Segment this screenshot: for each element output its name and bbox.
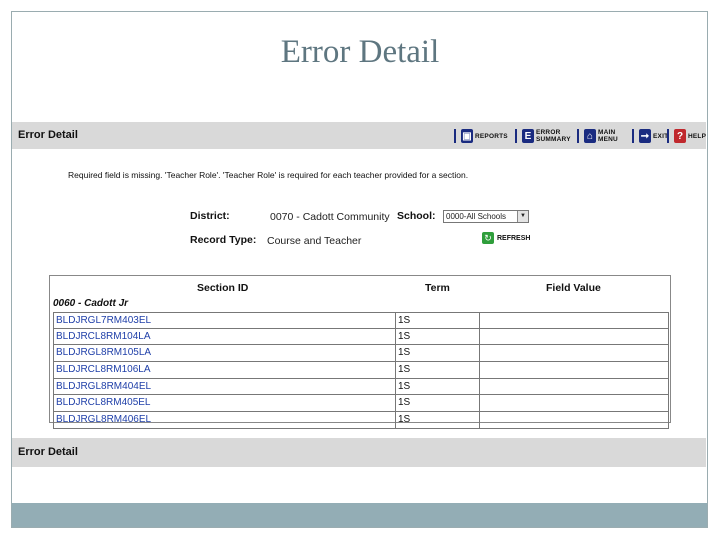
- district-value: 0070 - Cadott Community: [270, 211, 390, 223]
- section-id-link[interactable]: BLDJRGL8RM404EL: [54, 378, 396, 395]
- refresh-button[interactable]: ↻ REFRESH: [482, 232, 530, 244]
- error-summary-label-2: SUMMARY: [536, 136, 571, 143]
- table-header: Section ID Term Field Value: [50, 276, 670, 298]
- table-row: BLDJRCL8RM405EL 1S: [53, 395, 669, 413]
- nav-separator: [454, 129, 456, 143]
- term-cell: 1S: [396, 313, 480, 328]
- field-value-cell: [480, 379, 668, 395]
- main-menu-button[interactable]: ⌂ MAIN MENU: [577, 126, 618, 146]
- table-row: BLDJRGL8RM404EL 1S: [53, 378, 669, 396]
- nav-separator: [632, 129, 634, 143]
- section-id-link[interactable]: BLDJRGL7RM403EL: [54, 313, 396, 328]
- error-summary-icon: E: [522, 129, 534, 143]
- section-id-link[interactable]: BLDJRCL8RM405EL: [54, 395, 396, 412]
- table-row: BLDJRCL8RM106LA 1S: [53, 362, 669, 379]
- nav-separator: [577, 129, 579, 143]
- table-row: BLDJRGL8RM105LA 1S: [53, 345, 669, 363]
- error-summary-button[interactable]: E ERROR SUMMARY: [515, 126, 571, 146]
- header-section-id: Section ID: [197, 282, 249, 294]
- term-cell: 1S: [396, 362, 480, 378]
- slide-title: Error Detail: [280, 34, 440, 70]
- reports-icon: ▣: [461, 129, 473, 143]
- header-title: Error Detail: [18, 129, 78, 141]
- table-row: BLDJRGL7RM403EL 1S: [53, 312, 669, 329]
- refresh-icon: ↻: [482, 232, 494, 244]
- error-table: Section ID Term Field Value 0060 - Cadot…: [49, 275, 671, 429]
- error-message: Required field is missing. 'Teacher Role…: [68, 170, 469, 180]
- reports-button[interactable]: ▣ REPORTS: [454, 126, 508, 146]
- header-field-value: Field Value: [546, 282, 601, 294]
- main-menu-label-1: MAIN: [598, 129, 616, 136]
- chevron-down-icon[interactable]: ▼: [517, 211, 528, 222]
- field-value-cell: [480, 313, 668, 328]
- term-cell: 1S: [396, 328, 480, 345]
- nav-separator: [667, 129, 669, 143]
- term-cell: 1S: [396, 412, 480, 428]
- school-group-label: 0060 - Cadott Jr: [53, 298, 129, 309]
- field-value-cell: [480, 412, 668, 428]
- section-id-link[interactable]: BLDJRGL8RM105LA: [54, 345, 396, 362]
- term-cell: 1S: [396, 345, 480, 362]
- term-cell: 1S: [396, 378, 480, 395]
- section-id-link[interactable]: BLDJRGL8RM406EL: [54, 412, 396, 428]
- help-button[interactable]: ? HELP: [667, 126, 706, 146]
- table-row: BLDJRCL8RM104LA 1S: [53, 328, 669, 346]
- footer-bar: Error Detail: [12, 438, 706, 467]
- term-cell: 1S: [396, 395, 480, 412]
- field-value-cell: [480, 362, 668, 378]
- error-summary-label-1: ERROR: [536, 129, 561, 136]
- footer-title: Error Detail: [18, 446, 78, 458]
- app-screenshot: Error Detail ▣ REPORTS E ERROR SUMMARY ⌂ …: [12, 122, 706, 468]
- table-body: BLDJRGL7RM403EL 1S BLDJRCL8RM104LA 1S BL…: [53, 312, 669, 429]
- help-icon: ?: [674, 129, 686, 143]
- exit-icon: ➞: [639, 129, 651, 143]
- district-label: District:: [190, 210, 230, 222]
- header-term: Term: [425, 282, 450, 294]
- record-type-label: Record Type:: [190, 234, 257, 246]
- school-label: School:: [397, 210, 436, 222]
- table-row: BLDJRGL8RM406EL 1S: [53, 412, 669, 429]
- header-bar: Error Detail ▣ REPORTS E ERROR SUMMARY ⌂ …: [12, 122, 706, 149]
- help-label: HELP: [688, 132, 707, 140]
- school-select[interactable]: 0000-All Schools ▼: [443, 210, 529, 223]
- exit-button[interactable]: ➞ EXIT: [632, 126, 668, 146]
- reports-label: REPORTS: [475, 132, 508, 140]
- home-icon: ⌂: [584, 129, 596, 143]
- slide-footer-band: [12, 503, 707, 527]
- field-value-cell: [480, 395, 668, 411]
- nav-separator: [515, 129, 517, 143]
- school-select-value: 0000-All Schools: [446, 212, 507, 221]
- section-id-link[interactable]: BLDJRCL8RM106LA: [54, 362, 396, 378]
- refresh-label: REFRESH: [497, 234, 531, 242]
- record-type-value: Course and Teacher: [267, 235, 362, 247]
- field-value-cell: [480, 329, 668, 345]
- main-menu-label-2: MENU: [598, 136, 618, 143]
- section-id-link[interactable]: BLDJRCL8RM104LA: [54, 328, 396, 345]
- exit-label: EXIT: [653, 132, 669, 140]
- field-value-cell: [480, 345, 668, 361]
